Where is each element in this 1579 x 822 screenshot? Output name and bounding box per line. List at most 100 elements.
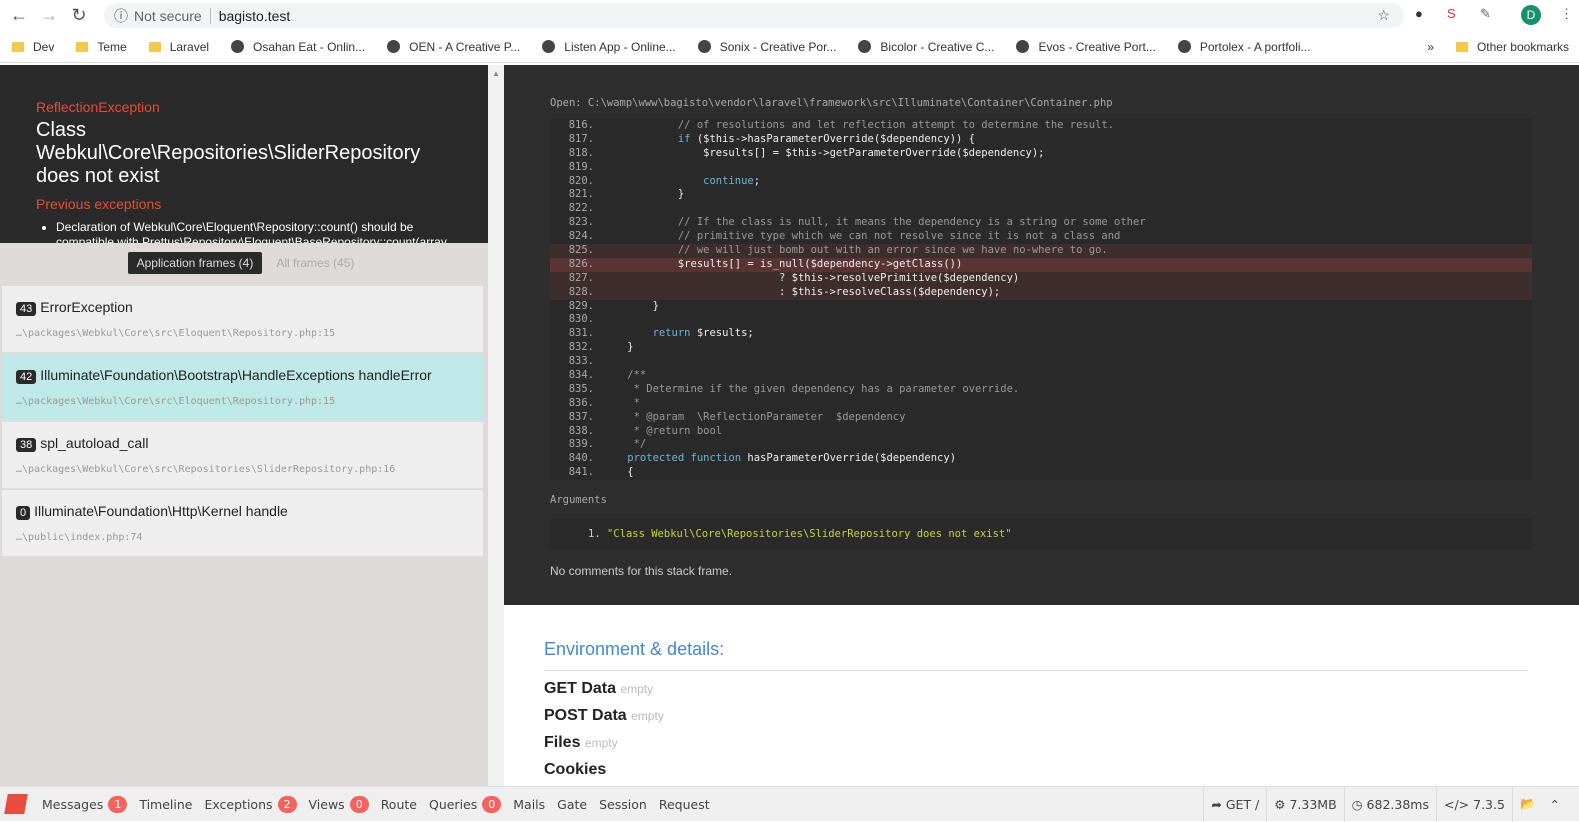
browser-toolbar: ← → ↻ ⓘ Not secure bagisto.test ☆ ● S ✎ …: [0, 0, 1579, 31]
forward-icon[interactable]: →: [38, 5, 60, 26]
line-number: 838.: [568, 424, 594, 437]
frame-details: Open: C:\wamp\www\bagisto\vendor\laravel…: [504, 65, 1579, 786]
env-row: GET Data empty: [544, 680, 1539, 698]
code-token: $results[] = $this->getParameterOverride…: [602, 146, 1045, 159]
code-line: 829. }: [550, 300, 1532, 314]
code-token: /**: [602, 369, 647, 382]
debugbar-tab[interactable]: Route: [381, 796, 417, 813]
site-icon: [1177, 40, 1191, 53]
stack-frame[interactable]: 38 spl_autoload_call …\packages\Webkul\Cor…: [2, 422, 483, 489]
request-method[interactable]: ➦ GET /: [1203, 786, 1266, 822]
security-label: Not secure: [134, 7, 202, 24]
debugbar-tab[interactable]: Messages 1: [42, 795, 128, 813]
line-number: 841.: [568, 466, 594, 479]
bookmark-item[interactable]: OEN - A Creative P...: [387, 40, 520, 54]
laravel-logo-icon[interactable]: [4, 794, 28, 814]
stack-frame[interactable]: 43 ErrorException …\packages\Webkul\Core\s…: [2, 286, 483, 353]
code-line: 831. return $results;: [550, 327, 1532, 341]
exception-message: Class Webkul\Core\Repositories\SliderRep…: [36, 119, 421, 187]
bookmark-label: Dev: [33, 39, 55, 54]
code-line: 826. $results[] = is_null($dependency->g…: [550, 257, 1532, 272]
debugbar-tab-label: Request: [658, 796, 710, 812]
tab-all-frames[interactable]: All frames (45): [276, 256, 354, 270]
code-token: continue: [602, 174, 754, 187]
avatar[interactable]: D: [1521, 5, 1541, 25]
chevron-up-icon[interactable]: ⌃: [1543, 787, 1567, 822]
line-code: // we will just bomb out with an error s…: [602, 244, 1108, 258]
open-folder-icon[interactable]: 📂: [1511, 786, 1543, 822]
bookmark-item[interactable]: Osahan Eat - Onlin...: [231, 40, 365, 54]
php-extension-icon[interactable]: ●: [1415, 6, 1423, 21]
debugbar-tab[interactable]: Timeline: [139, 796, 192, 813]
frame-path: …\public\index.php:74: [16, 532, 143, 543]
code-token: {: [602, 466, 634, 479]
debugbar-tab[interactable]: Views 0: [308, 795, 369, 813]
site-icon: [542, 40, 556, 53]
more-bookmarks-icon[interactable]: »: [1427, 40, 1434, 54]
code-line: 824. // primitive type which we can not …: [550, 230, 1532, 244]
bookmark-item[interactable]: Portolex - A portfoli...: [1177, 40, 1311, 54]
previous-exceptions-title: Previous exceptions: [36, 196, 162, 212]
bookmark-item[interactable]: Laravel: [148, 40, 209, 54]
stack-frame[interactable]: 42 Illuminate\Foundation\Bootstrap\Handle…: [2, 354, 483, 421]
debugbar-tab[interactable]: Mails: [513, 796, 545, 813]
extension-icon[interactable]: S: [1447, 6, 1456, 21]
code-line: 834. /**: [550, 369, 1532, 383]
argument-value: "Class Webkul\Core\Repositories\SliderRe…: [606, 528, 1012, 540]
bookmark-item[interactable]: Sonix - Creative Por...: [697, 40, 836, 54]
menu-icon[interactable]: ⋮: [1560, 6, 1573, 22]
bookmark-item[interactable]: Dev: [12, 40, 54, 54]
code-token: * @param \ReflectionParameter $dependenc…: [602, 410, 906, 423]
line-number: 824.: [568, 230, 594, 243]
line-number: 828.: [568, 285, 594, 298]
bookmark-item[interactable]: Bicolor - Creative C...: [858, 40, 994, 54]
eyedropper-icon[interactable]: ✎: [1480, 6, 1491, 22]
bookmark-label: Bicolor - Creative C...: [880, 39, 995, 54]
line-code: $results[] = is_null($dependency->getCla…: [602, 258, 962, 272]
bookmark-label: Evos - Creative Port...: [1038, 39, 1156, 54]
reload-icon[interactable]: ↻: [68, 5, 90, 26]
line-number: 839.: [568, 438, 594, 451]
bookmark-star-icon[interactable]: ☆: [1377, 7, 1390, 24]
info-icon[interactable]: ⓘ: [114, 6, 128, 26]
address-bar[interactable]: ⓘ Not secure bagisto.test ☆: [104, 3, 1404, 28]
line-number: 837.: [568, 410, 594, 423]
debugbar-tab-label: Gate: [557, 796, 588, 812]
bookmark-item[interactable]: Listen App - Online...: [542, 39, 676, 54]
debugbar-tab[interactable]: Request: [659, 796, 710, 813]
code-token: ? $this->resolvePrimitive($dependency): [602, 271, 1020, 284]
debugbar-tab-label: Queries: [428, 796, 478, 812]
bookmark-label: Listen App - Online...: [564, 39, 676, 54]
line-number: 818.: [568, 146, 594, 159]
code-block: 816. // of resolutions and let reflectio…: [550, 118, 1532, 480]
site-icon: [858, 40, 872, 53]
line-code: /**: [602, 369, 646, 383]
scroll-up-icon[interactable]: ▲: [488, 69, 504, 78]
code-line: 836. *: [550, 397, 1532, 411]
open-file-path[interactable]: Open: C:\wamp\www\bagisto\vendor\laravel…: [550, 97, 1533, 109]
line-number: 822.: [568, 202, 594, 215]
code-token: ;: [753, 174, 761, 187]
memory-usage: ⚙ 7.33MB: [1266, 786, 1343, 822]
stack-frame[interactable]: 0 Illuminate\Foundation\Http\Kernel handl…: [2, 490, 483, 557]
code-line: 839. */: [550, 438, 1532, 452]
other-bookmarks[interactable]: Other bookmarks: [1455, 40, 1569, 54]
debugbar-tab[interactable]: Gate: [557, 796, 587, 813]
site-icon: [387, 40, 401, 53]
debugbar-tab[interactable]: Queries 0: [428, 795, 502, 813]
line-number: 840.: [568, 452, 594, 465]
url-text[interactable]: bagisto.test: [219, 8, 291, 24]
tab-application-frames[interactable]: Application frames (4): [127, 251, 263, 274]
debugbar-tab[interactable]: Session: [599, 796, 647, 813]
debugbar-tab-label: Messages: [42, 796, 104, 812]
code-token: ($this->hasParameterOverride($dependency…: [696, 132, 975, 145]
debugbar-tab[interactable]: Exceptions 2: [204, 795, 297, 813]
bookmark-item[interactable]: Teme: [76, 40, 127, 54]
bookmark-item[interactable]: Evos - Creative Port...: [1016, 39, 1156, 54]
frame-filter: Application frames (4) All frames (45): [0, 243, 488, 282]
debugbar-tab-label: Views: [308, 796, 345, 812]
back-icon[interactable]: ←: [8, 5, 30, 26]
code-line: 818. $results[] = $this->getParameterOve…: [550, 147, 1532, 161]
scrollbar[interactable]: ▲: [488, 65, 504, 786]
site-icon: [1016, 40, 1030, 53]
